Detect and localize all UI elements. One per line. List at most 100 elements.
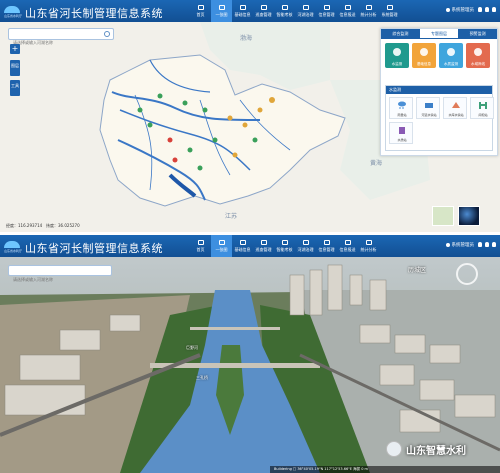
bridge-two	[190, 327, 280, 330]
river-icon	[302, 239, 309, 245]
tool-button[interactable]: 工具	[10, 80, 20, 96]
bell-icon[interactable]	[478, 242, 482, 247]
help-icon[interactable]	[485, 242, 489, 247]
nav-info-report[interactable]: 信息报送	[337, 235, 358, 257]
river-search-box	[8, 28, 114, 48]
bell-icon[interactable]	[478, 7, 482, 12]
assessment-icon	[281, 239, 288, 245]
tile-basic-info[interactable]: 基础信息	[412, 43, 436, 68]
nav-system[interactable]: 系统管理	[379, 0, 400, 22]
power-icon[interactable]	[492, 7, 496, 12]
nav-river-governance[interactable]: 河湖治理	[295, 235, 316, 257]
map-screen: 渤海 黄海 江苏 山东省水利厅 山东省河长制管理信息系统 首页 一张图 基础信息…	[0, 0, 500, 232]
river-search-input[interactable]	[9, 37, 113, 48]
panel-tabs: 综合监测 专题图层 预警监测	[381, 29, 498, 39]
nav-basic-info[interactable]: 基础信息	[232, 235, 253, 257]
home-icon	[197, 4, 204, 10]
main-nav: 首页 一张图 基础信息 巡查管理 智能考核 河湖治理 信息管理 信息报送 统计分…	[190, 0, 400, 22]
scene-app-title: 山东省河长制管理信息系统	[25, 242, 163, 255]
report-icon	[344, 4, 351, 10]
scene-main-nav: 首页 一张图 基础信息 巡查管理 智能考核 河湖治理 信息管理 信息报送 统计分…	[190, 235, 379, 257]
map-icon	[218, 239, 225, 245]
nav-patrol[interactable]: 巡查管理	[253, 0, 274, 22]
home-icon	[197, 239, 204, 245]
station-gate[interactable]: 闸坝站	[470, 97, 494, 119]
scene-search-box	[8, 265, 112, 284]
scene-status-bar: Buildering □ 36°40'05.19"N 117°12'53.66"…	[270, 466, 500, 473]
wave-icon	[4, 241, 20, 248]
layer-button[interactable]: 图层	[10, 60, 20, 76]
user-icon	[445, 7, 450, 12]
search-icon[interactable]	[104, 31, 110, 37]
water-monitor-title: 水监测	[386, 86, 492, 94]
info-icon	[239, 239, 246, 245]
scene-top-icons	[478, 242, 496, 247]
nav-statistics[interactable]: 统计分析	[358, 0, 379, 22]
top-nav-bar: 山东省水利厅 山东省河长制管理信息系统 首页 一张图 基础信息 巡查管理 智能考…	[0, 0, 500, 22]
gate-icon	[479, 102, 487, 109]
map-icon	[218, 4, 225, 10]
shoreline-icon	[474, 48, 482, 56]
app-title: 山东省河长制管理信息系统	[25, 7, 163, 20]
nav-home[interactable]: 首页	[190, 235, 211, 257]
scene-search-input[interactable]	[9, 275, 111, 284]
station-water-quality[interactable]: 水质站	[389, 122, 413, 144]
station-rain[interactable]: 雨量站	[389, 97, 413, 119]
scene-user-menu[interactable]: 系统管理员	[445, 242, 474, 248]
power-icon[interactable]	[492, 242, 496, 247]
wave-icon	[4, 6, 20, 13]
scene-brand-logo: 山东省水利厅	[2, 236, 22, 256]
station-river[interactable]: 河道水情站	[416, 97, 440, 119]
rain-icon	[398, 101, 406, 109]
nav-basic-info[interactable]: 基础信息	[232, 0, 253, 22]
zoom-in-button[interactable]: +	[10, 44, 20, 54]
nav-home[interactable]: 首页	[190, 0, 211, 22]
info-icon	[239, 4, 246, 10]
reservoir-icon	[452, 102, 460, 108]
droplet-icon	[447, 48, 455, 56]
tab-warning-monitoring[interactable]: 预警监测	[458, 29, 498, 39]
basemap-satellite-thumb[interactable]	[458, 206, 480, 226]
tile-water-monitor[interactable]: 水监测	[385, 43, 409, 68]
help-icon[interactable]	[485, 7, 489, 12]
assessment-icon	[281, 4, 288, 10]
tab-integrated-monitoring[interactable]: 综合监测	[381, 29, 420, 39]
nav-info-report[interactable]: 信息报送	[337, 0, 358, 22]
nav-assessment[interactable]: 智能考核	[274, 0, 295, 22]
gear-icon	[386, 4, 393, 10]
beaker-icon	[399, 127, 405, 134]
scene-screen: 山东省水利厅 山东省河长制管理信息系统 首页 一张图 基础信息 巡查管理 智能考…	[0, 235, 500, 473]
station-reservoir[interactable]: 水库水情站	[443, 97, 467, 119]
info-icon	[420, 48, 428, 56]
nav-info-management[interactable]: 信息管理	[316, 235, 337, 257]
basemap-vector-thumb[interactable]	[432, 206, 454, 226]
station-types: 雨量站 河道水情站 水库水情站 闸坝站 水质站	[389, 97, 494, 144]
label-jiangsu: 江苏	[225, 212, 237, 220]
nav-one-map[interactable]: 一张图	[211, 0, 232, 22]
tile-water-quality[interactable]: 水质监测	[439, 43, 463, 68]
user-menu[interactable]: 系统管理员	[445, 7, 474, 13]
layer-tiles: 水监测 基础信息 水质监测 水域岸线	[385, 43, 490, 68]
scene-label-bridge: 三孔桥	[196, 375, 208, 380]
tab-thematic-layers[interactable]: 专题图层	[419, 29, 459, 39]
brand-sub: 山东省水利厅	[3, 14, 22, 18]
nav-patrol[interactable]: 巡查管理	[253, 235, 274, 257]
coordinate-readout: 经度：116.293714 纬度：36.025270	[6, 223, 80, 228]
nav-assessment[interactable]: 智能考核	[274, 235, 295, 257]
wechat-logo-icon	[386, 441, 402, 457]
nav-river-governance[interactable]: 河湖治理	[295, 0, 316, 22]
river-icon	[302, 4, 309, 10]
chart-icon	[365, 239, 372, 245]
nav-statistics[interactable]: 统计分析	[358, 235, 379, 257]
tile-shoreline[interactable]: 水域岸线	[466, 43, 490, 68]
report-icon	[344, 239, 351, 245]
nav-info-management[interactable]: 信息管理	[316, 0, 337, 22]
label-bohai: 渤海	[240, 34, 252, 42]
scene-label-river: 巨野河	[186, 345, 198, 350]
document-icon	[323, 239, 330, 245]
nav-one-map[interactable]: 一张图	[211, 235, 232, 257]
brand-logo: 山东省水利厅	[2, 1, 22, 21]
document-icon	[323, 4, 330, 10]
chart-icon	[365, 4, 372, 10]
compass-icon[interactable]	[456, 263, 478, 285]
